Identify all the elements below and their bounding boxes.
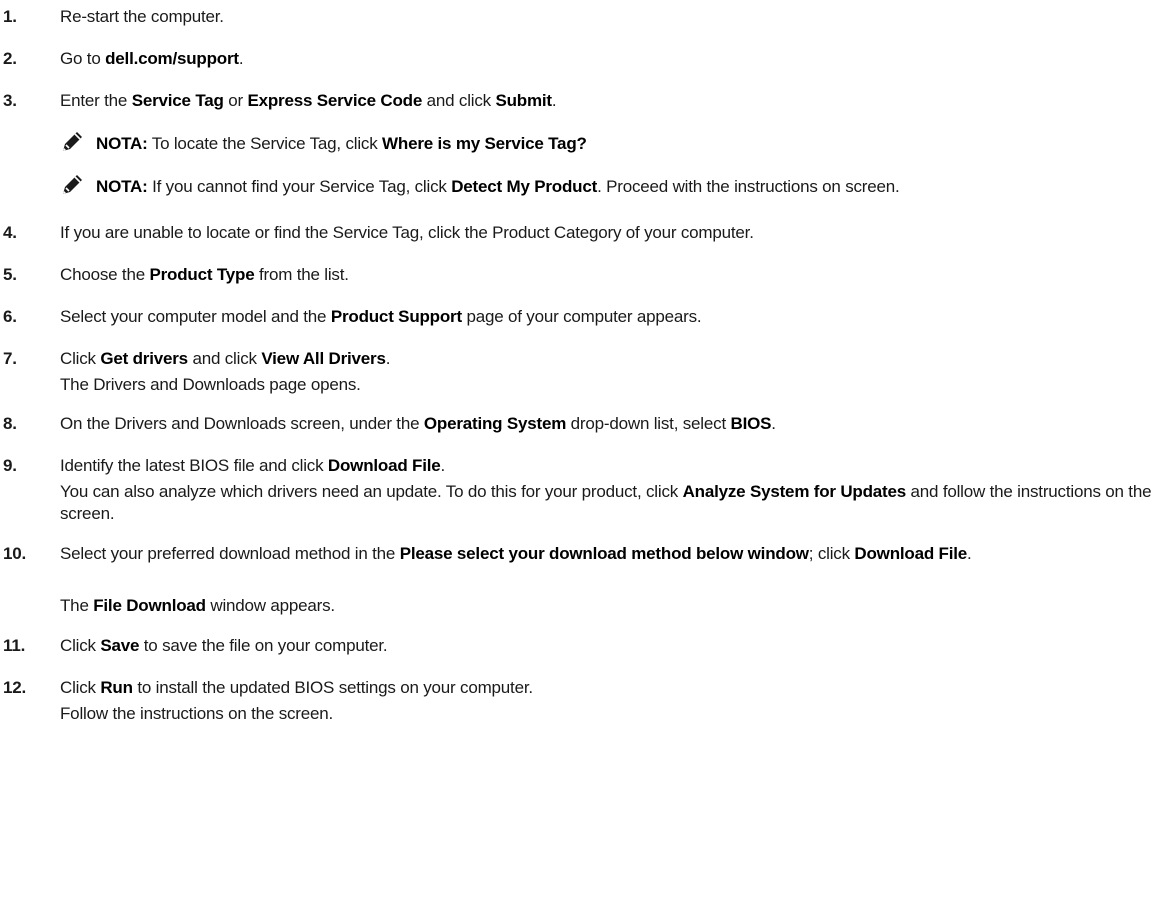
step-text: Identify the latest BIOS file and click … xyxy=(60,456,446,475)
step-number: 7. xyxy=(3,349,17,368)
step-number: 1. xyxy=(3,7,17,26)
note-text: NOTA: If you cannot find your Service Ta… xyxy=(96,177,900,196)
note-2: NOTA: If you cannot find your Service Ta… xyxy=(60,173,1160,201)
step-result: You can also analyze which drivers need … xyxy=(60,482,1152,523)
step-number: 3. xyxy=(3,91,17,110)
step-text: Select your computer model and the Produ… xyxy=(60,307,702,326)
step-number: 9. xyxy=(3,456,17,475)
dell-support-link[interactable]: dell.com/support xyxy=(105,49,239,68)
step-text: Click Get drivers and click View All Dri… xyxy=(60,349,391,368)
step-number: 4. xyxy=(3,223,17,242)
note-1: NOTA: To locate the Service Tag, click W… xyxy=(60,130,1160,158)
step-number: 6. xyxy=(3,307,17,326)
step-result: Follow the instructions on the screen. xyxy=(60,704,334,723)
step-text: Go to dell.com/support. xyxy=(60,49,244,68)
step-number: 2. xyxy=(3,49,17,68)
step-text: On the Drivers and Downloads screen, und… xyxy=(60,414,776,433)
step-number: 11. xyxy=(3,636,26,655)
step-text: Enter the Service Tag or Express Service… xyxy=(60,91,557,110)
step-result: The Drivers and Downloads page opens. xyxy=(60,375,361,394)
step-text: Choose the Product Type from the list. xyxy=(60,265,349,284)
step-text: Re-start the computer. xyxy=(60,7,224,26)
step-text: Click Save to save the file on your comp… xyxy=(60,636,388,655)
step-number: 10. xyxy=(3,544,27,563)
pencil-note-icon xyxy=(60,130,84,154)
step-result: The File Download window appears. xyxy=(60,596,335,615)
step-text: Click Run to install the updated BIOS se… xyxy=(60,678,533,697)
note-text: NOTA: To locate the Service Tag, click W… xyxy=(96,134,587,153)
step-number: 5. xyxy=(3,265,17,284)
pencil-note-icon xyxy=(60,173,84,197)
step-text: If you are unable to locate or find the … xyxy=(60,223,754,242)
step-number: 12. xyxy=(3,678,27,697)
step-number: 8. xyxy=(3,414,17,433)
step-text: Select your preferred download method in… xyxy=(60,544,972,563)
